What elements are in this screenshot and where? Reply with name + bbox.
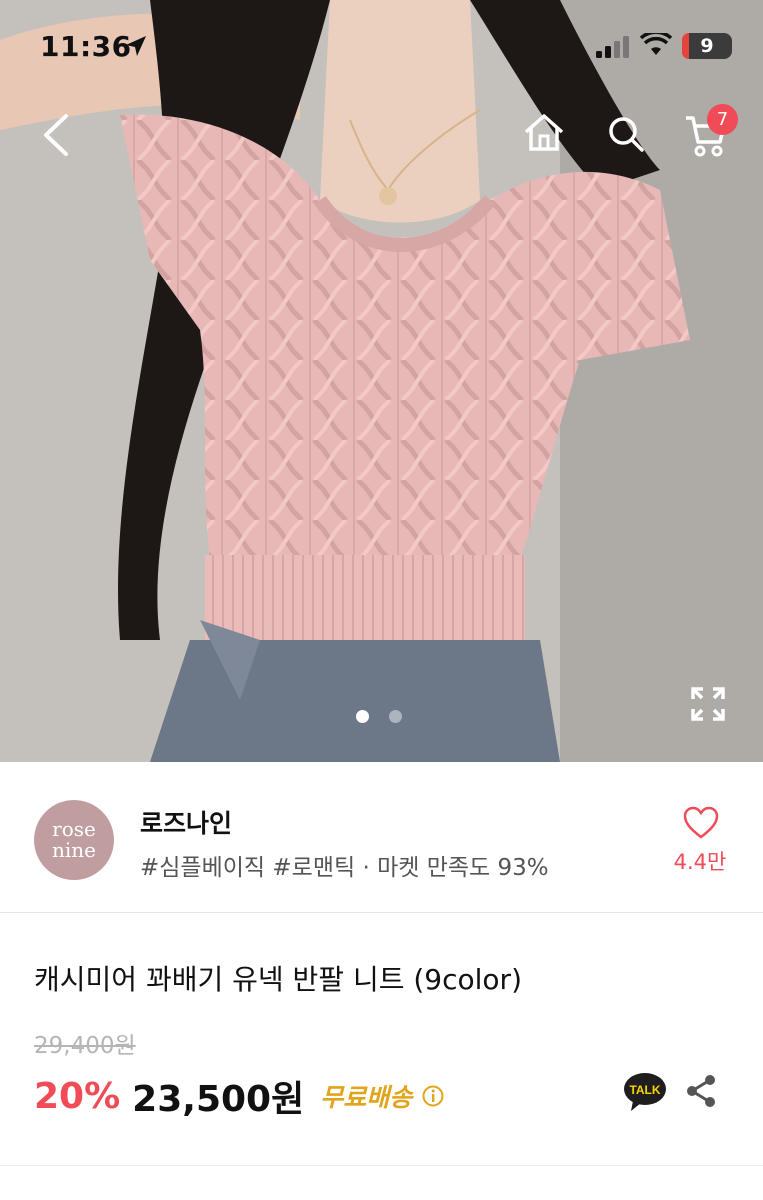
status-time: 11:36 xyxy=(40,30,132,63)
kakao-talk-icon[interactable]: TALK xyxy=(623,1072,667,1112)
discount-rate: 20% xyxy=(34,1075,121,1117)
location-arrow-icon xyxy=(126,36,146,56)
product-image-gallery[interactable]: 11:36 9 7 xyxy=(0,0,763,762)
svg-text:TALK: TALK xyxy=(629,1083,660,1097)
product-photo xyxy=(0,0,763,762)
shop-logo-line1: rose xyxy=(52,817,96,841)
gallery-pagination xyxy=(356,710,402,723)
heart-icon[interactable] xyxy=(683,806,719,840)
battery-level: 9 xyxy=(700,35,714,57)
price-row: 20% 23,500원 무료배송 xyxy=(34,1070,444,1122)
free-shipping-label: 무료배송 xyxy=(320,1083,413,1112)
cellular-signal-icon xyxy=(596,36,629,58)
like-count: 4.4만 xyxy=(673,850,727,874)
sale-price: 23,500원 xyxy=(132,1079,305,1120)
shop-logo[interactable]: rose nine xyxy=(34,800,114,880)
shop-name[interactable]: 로즈나인 xyxy=(140,804,232,840)
shop-info[interactable]: rose nine 로즈나인 #심플베이직 #로맨틱 · 마켓 만족도 93% … xyxy=(0,762,763,913)
section-divider xyxy=(0,1165,763,1166)
info-icon[interactable] xyxy=(422,1085,444,1107)
shop-tags: #심플베이직 #로맨틱 · 마켓 만족도 93% xyxy=(140,855,549,881)
fullscreen-expand-icon[interactable] xyxy=(690,686,726,722)
product-title: 캐시미어 꽈배기 유넥 반팔 니트 (9color) xyxy=(34,963,522,996)
original-price: 29,400원 xyxy=(34,1033,136,1059)
battery-indicator: 9 xyxy=(682,33,732,59)
back-icon[interactable] xyxy=(40,112,72,158)
shop-logo-line2: nine xyxy=(52,838,96,862)
gallery-dot-active[interactable] xyxy=(356,710,369,723)
home-icon[interactable] xyxy=(522,112,566,152)
cart-count-badge: 7 xyxy=(707,104,738,135)
gallery-dot[interactable] xyxy=(389,710,402,723)
wifi-icon xyxy=(640,33,672,55)
share-icon[interactable] xyxy=(685,1074,717,1108)
status-bar: 11:36 9 xyxy=(0,0,763,96)
search-icon[interactable] xyxy=(606,114,646,154)
